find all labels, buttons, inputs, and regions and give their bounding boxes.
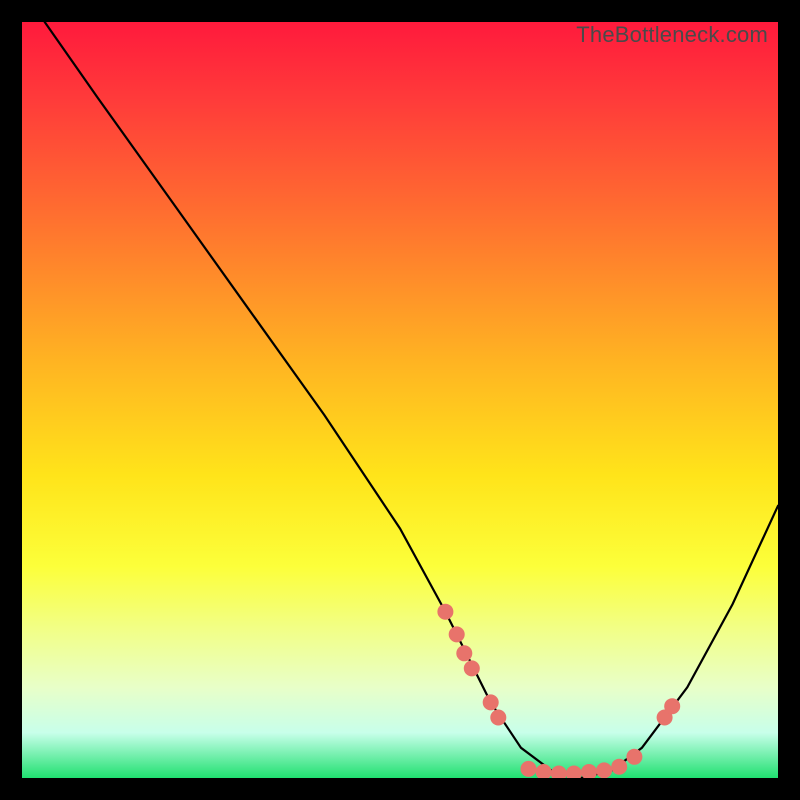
marker-point bbox=[626, 749, 642, 765]
marker-point bbox=[581, 764, 597, 778]
marker-point bbox=[566, 766, 582, 779]
highlight-markers bbox=[437, 604, 680, 778]
chart-overlay bbox=[22, 22, 778, 778]
marker-point bbox=[521, 761, 537, 777]
marker-point bbox=[551, 766, 567, 779]
marker-point bbox=[449, 626, 465, 642]
marker-point bbox=[483, 694, 499, 710]
marker-point bbox=[611, 759, 627, 775]
marker-point bbox=[464, 660, 480, 676]
marker-point bbox=[536, 764, 552, 778]
marker-point bbox=[490, 710, 506, 726]
marker-point bbox=[664, 698, 680, 714]
marker-point bbox=[437, 604, 453, 620]
bottleneck-curve bbox=[45, 22, 778, 778]
marker-point bbox=[596, 762, 612, 778]
chart-frame: TheBottleneck.com bbox=[22, 22, 778, 778]
marker-point bbox=[456, 645, 472, 661]
